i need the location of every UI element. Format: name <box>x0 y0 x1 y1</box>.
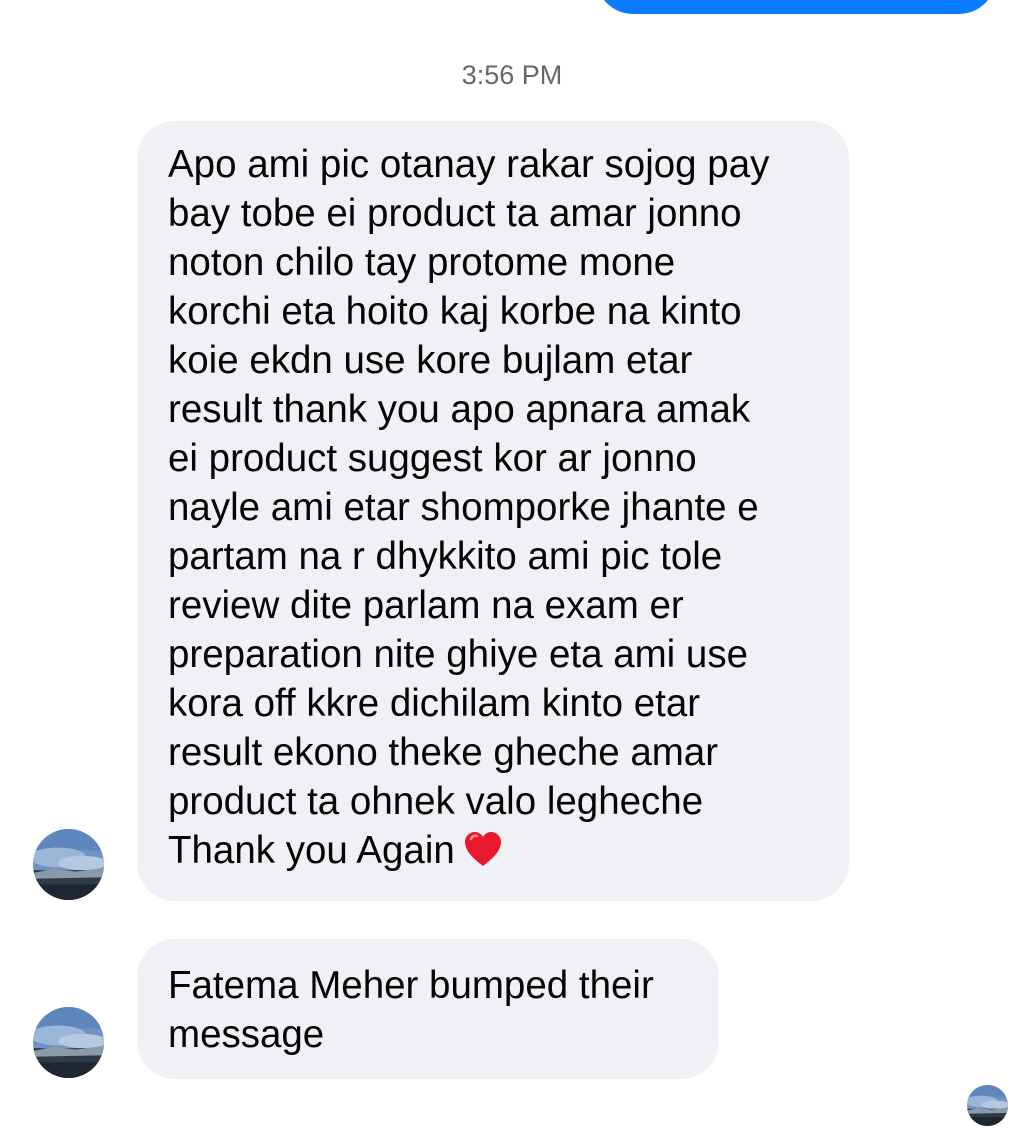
bump-notice-line: Fatema Meher bumped their <box>168 964 654 1007</box>
sent-message-bubble[interactable] <box>596 0 996 14</box>
avatar-image <box>33 1007 104 1078</box>
avatar-image <box>33 829 104 900</box>
message-line: Apo ami pic otanay rakar sojog pay <box>168 143 770 186</box>
message-line: korchi eta hoito kaj korbe na kinto <box>168 290 742 333</box>
message-timestamp: 3:56 PM <box>461 60 563 90</box>
heart-emoji-icon <box>464 832 501 866</box>
sender-avatar[interactable] <box>33 1007 104 1078</box>
message-line-text: Thank you Again <box>168 829 455 872</box>
bump-notice-line: message <box>168 1013 325 1056</box>
message-line: product ta ohnek valo legheche <box>168 780 704 823</box>
seen-receipt-avatar <box>967 1085 1008 1126</box>
sender-avatar[interactable] <box>33 829 104 900</box>
message-line: kora off kkre dichilam kinto etar <box>168 682 701 725</box>
received-message-bubble[interactable]: Apo ami pic otanay rakar sojog pay bay t… <box>137 121 849 901</box>
message-line: review dite parlam na exam er <box>168 584 684 627</box>
message-line: result thank you apo apnara amak <box>168 388 751 431</box>
message-line-last: Thank you Again <box>168 826 829 875</box>
message-line: noton chilo tay protome mone <box>168 241 676 284</box>
message-line: nayle ami etar shomporke jhante e <box>168 486 759 529</box>
message-line: koie ekdn use kore bujlam etar <box>168 339 693 382</box>
message-line: preparation nite ghiye eta ami use <box>168 633 749 676</box>
message-line: result ekono theke gheche amar <box>168 731 719 774</box>
message-line: partam na r dhykkito ami pic tole <box>168 535 723 578</box>
bump-notice-bubble[interactable]: Fatema Meher bumped their message <box>137 939 719 1079</box>
avatar-image <box>967 1085 1008 1126</box>
message-line: bay tobe ei product ta amar jonno <box>168 192 742 235</box>
message-line: ei product suggest kor ar jonno <box>168 437 697 480</box>
